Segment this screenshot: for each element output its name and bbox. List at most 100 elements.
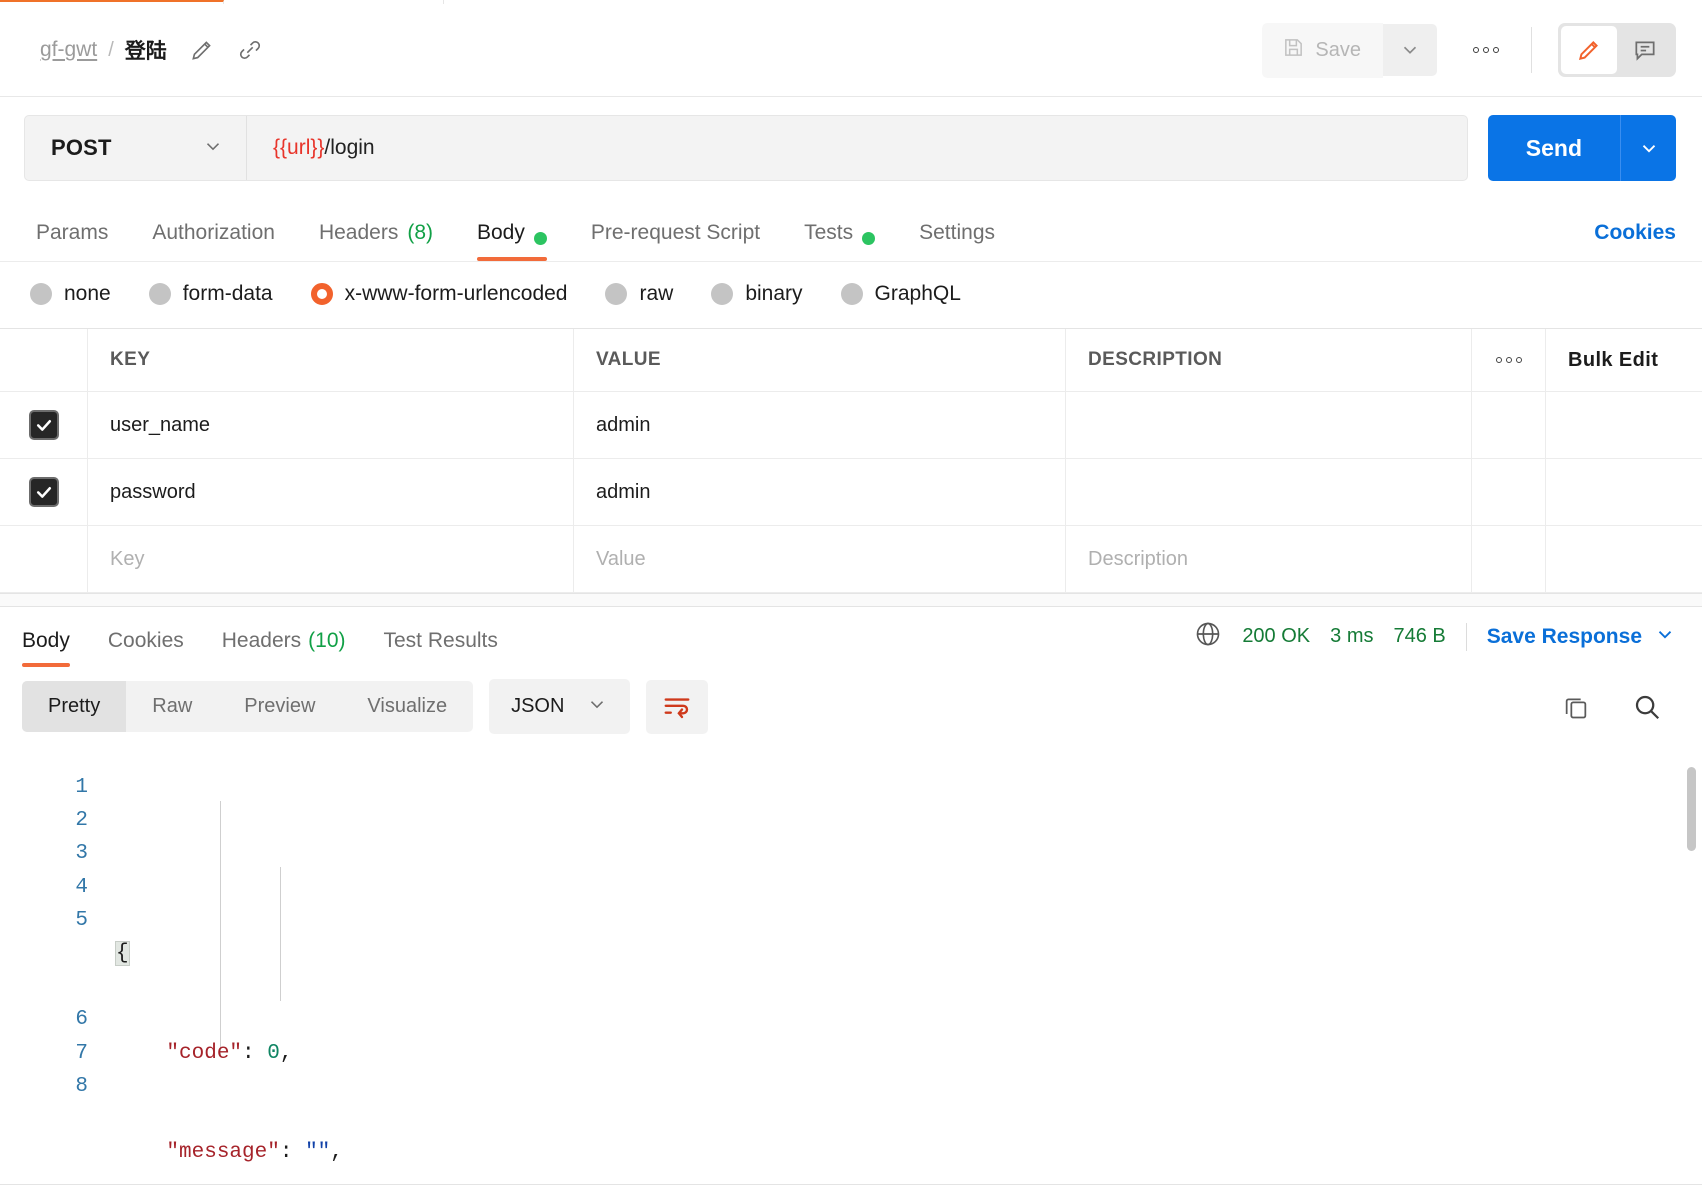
view-toggle-group: [1558, 23, 1676, 77]
tab-authorization[interactable]: Authorization: [152, 199, 275, 261]
more-actions-ellipsis-icon[interactable]: [1461, 39, 1511, 61]
line-number: 1: [75, 776, 88, 799]
tab-settings-label: Settings: [919, 221, 996, 244]
view-mode-raw[interactable]: Raw: [126, 681, 218, 732]
row-description[interactable]: [1066, 392, 1472, 458]
response-format-select[interactable]: JSON: [489, 679, 631, 734]
edit-mode-pencil-icon[interactable]: [1561, 26, 1617, 74]
response-view-mode-group: Pretty Raw Preview Visualize: [22, 681, 474, 732]
url-input[interactable]: {{url}}/login: [247, 116, 1467, 180]
response-pane-divider[interactable]: [0, 593, 1702, 607]
save-button[interactable]: Save: [1262, 22, 1383, 78]
body-type-graphql[interactable]: GraphQL: [840, 282, 961, 306]
view-mode-pretty[interactable]: Pretty: [22, 681, 127, 732]
response-tab-test-results-label: Test Results: [383, 629, 498, 652]
row-checkbox-cell: [0, 459, 88, 525]
view-mode-preview[interactable]: Preview: [218, 681, 341, 732]
body-type-form-data[interactable]: form-data: [148, 282, 273, 306]
status-badge: 200 OK: [1242, 625, 1311, 647]
tab-body-label: Body: [477, 221, 525, 244]
row-value[interactable]: admin: [574, 459, 1066, 525]
response-meta: 200 OK 3 ms 746 B Save Response: [1194, 620, 1676, 667]
json-code[interactable]: { "code": 0, "message": "", "data": { "t…: [104, 749, 1702, 1184]
breadcrumb: gf-gwt / 登陆: [40, 35, 167, 65]
bulk-edit-button[interactable]: Bulk Edit: [1546, 329, 1702, 391]
tab-authorization-label: Authorization: [152, 221, 275, 244]
radio-icon: [30, 283, 52, 305]
radio-icon: [605, 283, 628, 305]
row-spacer-bulk: [1546, 392, 1702, 458]
send-options-chevron-down-icon[interactable]: [1620, 115, 1676, 181]
line-number-gutter: 1 2 3 4 5 6 7 8: [0, 749, 104, 1184]
line-number: 6: [75, 1008, 88, 1032]
request-header: gf-gwt / 登陆 Save: [0, 4, 1702, 97]
response-tab-headers[interactable]: Headers (10): [222, 629, 346, 667]
word-wrap-icon[interactable]: [646, 679, 709, 734]
response-body-viewer[interactable]: 1 2 3 4 5 6 7 8 { "code": 0, "message": …: [0, 748, 1702, 1184]
link-icon[interactable]: [237, 37, 263, 63]
code-line-1: {: [104, 937, 1702, 970]
json-key-message: "message": [166, 1141, 280, 1165]
new-value-input[interactable]: Value: [574, 526, 1066, 592]
send-button[interactable]: Send: [1487, 115, 1620, 181]
pencil-icon[interactable]: [189, 37, 215, 63]
radio-icon: [711, 283, 734, 305]
json-value-code: 0: [267, 1041, 280, 1065]
row-key[interactable]: user_name: [88, 392, 574, 458]
cookies-link[interactable]: Cookies: [1594, 221, 1676, 261]
search-icon[interactable]: [1632, 692, 1662, 722]
page-title: 登陆: [124, 40, 167, 63]
row-spacer-dots: [1472, 392, 1546, 458]
vertical-scrollbar[interactable]: [1687, 767, 1696, 851]
save-response-button[interactable]: Save Response: [1487, 623, 1676, 651]
tab-tests-label: Tests: [804, 221, 854, 244]
row-checkbox-checked[interactable]: [28, 410, 59, 440]
body-type-none[interactable]: none: [30, 282, 111, 306]
row-checkbox-checked[interactable]: [28, 477, 59, 507]
table-row-empty: Key Value Description: [0, 526, 1702, 593]
comment-icon[interactable]: [1617, 26, 1673, 74]
tab-headers-label: Headers: [318, 221, 399, 244]
body-type-raw[interactable]: raw: [605, 282, 673, 306]
header-checkbox-cell: [0, 329, 88, 391]
send-button-group: Send: [1487, 115, 1676, 181]
body-type-x-www-form-urlencoded[interactable]: x-www-form-urlencoded: [310, 282, 567, 306]
row-key[interactable]: password: [88, 459, 574, 525]
new-description-input[interactable]: Description: [1066, 526, 1472, 592]
method-select[interactable]: POST: [25, 116, 247, 180]
table-options-ellipsis-icon[interactable]: [1472, 329, 1546, 391]
response-tab-headers-label: Headers: [221, 629, 302, 652]
copy-icon[interactable]: [1562, 693, 1590, 721]
row-value[interactable]: admin: [574, 392, 1066, 458]
tab-tests[interactable]: Tests: [804, 199, 876, 261]
row-spacer-dots: [1472, 459, 1546, 525]
radio-icon: [148, 283, 171, 305]
response-tab-test-results[interactable]: Test Results: [384, 629, 498, 667]
tab-params[interactable]: Params: [36, 199, 108, 261]
row-spacer-bulk: [1546, 459, 1702, 525]
tab-settings[interactable]: Settings: [919, 199, 995, 261]
tab-headers[interactable]: Headers (8): [319, 199, 433, 261]
tab-body[interactable]: Body: [477, 199, 547, 261]
response-tab-body-label: Body: [22, 629, 70, 652]
line-number: 2: [75, 809, 88, 833]
body-type-binary-label: binary: [745, 282, 803, 305]
row-description[interactable]: [1066, 459, 1472, 525]
code-line-2: "code": 0,: [166, 1041, 293, 1065]
response-toolbar: Pretty Raw Preview Visualize JSON: [0, 667, 1702, 748]
new-key-input[interactable]: Key: [88, 526, 574, 592]
body-type-binary[interactable]: binary: [711, 282, 803, 306]
response-tab-cookies[interactable]: Cookies: [108, 629, 184, 667]
breadcrumb-collection[interactable]: gf-gwt: [40, 38, 97, 62]
brace-open-root: {: [115, 941, 130, 967]
globe-icon[interactable]: [1194, 620, 1222, 653]
tab-pre-request-script[interactable]: Pre-request Script: [591, 199, 760, 261]
table-row: user_name admin: [0, 392, 1702, 459]
save-options-chevron-down-icon[interactable]: [1383, 24, 1437, 76]
column-header-key: KEY: [88, 329, 574, 391]
save-response-label: Save Response: [1486, 624, 1642, 648]
response-tab-body[interactable]: Body: [22, 629, 70, 667]
response-time: 3 ms: [1330, 625, 1374, 647]
view-mode-visualize[interactable]: Visualize: [341, 681, 473, 732]
table-header-row: KEY VALUE DESCRIPTION Bulk Edit: [0, 329, 1702, 392]
